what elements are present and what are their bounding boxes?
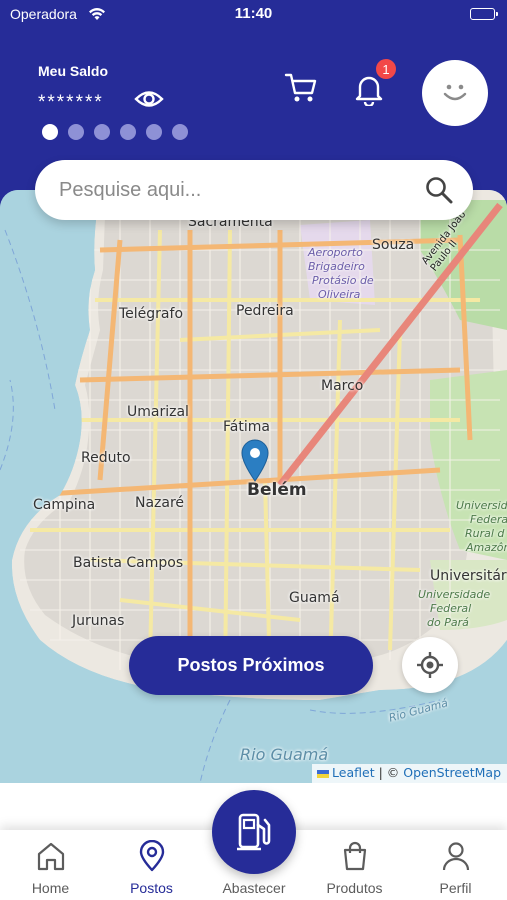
- crosshair-icon: [417, 652, 443, 678]
- map-pin-icon: [139, 840, 164, 872]
- map-label: Rural d: [465, 527, 505, 540]
- map-label: do Pará: [427, 616, 469, 629]
- nav-item-perfil[interactable]: Perfil: [405, 830, 506, 900]
- refuel-button[interactable]: [212, 790, 296, 874]
- search-bar: [35, 160, 473, 220]
- map-label: Pedreira: [236, 303, 294, 319]
- nav-label-produtos: Produtos: [326, 880, 383, 896]
- map-label: Oliveira: [318, 288, 361, 301]
- battery-icon: [470, 8, 498, 20]
- map-label: Rio Guamá: [240, 745, 329, 764]
- carousel-dot[interactable]: [172, 124, 188, 140]
- map-label: Fátima: [223, 419, 270, 435]
- map-label: Federa: [470, 513, 507, 526]
- map-label: Marco: [321, 378, 364, 394]
- fuel-pump-icon: [237, 813, 271, 851]
- map-label: Nazaré: [135, 495, 185, 511]
- location-pin-icon[interactable]: [240, 438, 270, 487]
- map-label: Campina: [33, 497, 96, 513]
- map-label: Umarizal: [127, 404, 189, 420]
- map-label: Jurunas: [72, 613, 125, 629]
- map-label: Universitár: [430, 568, 507, 584]
- carousel-indicator: [42, 124, 188, 140]
- home-icon: [37, 842, 64, 871]
- nav-label-perfil: Perfil: [439, 880, 472, 896]
- smiley-icon: [443, 84, 467, 101]
- app-screen: Operadora 11:40 Meu Saldo ******* 1 Sacr…: [0, 0, 507, 900]
- nearby-stations-button[interactable]: Postos Próximos: [129, 636, 373, 695]
- status-bar: Operadora 11:40: [0, 5, 507, 25]
- map-label: Universidade: [418, 588, 491, 601]
- carousel-dot[interactable]: [94, 124, 110, 140]
- nav-item-postos[interactable]: Postos: [101, 830, 202, 900]
- map-label: Amazôn: [466, 541, 507, 554]
- balance-title: Meu Saldo: [38, 63, 109, 79]
- avatar[interactable]: [422, 60, 488, 126]
- openstreetmap-link[interactable]: OpenStreetMap: [403, 765, 501, 780]
- carousel-dot[interactable]: [120, 124, 136, 140]
- carousel-dot[interactable]: [42, 124, 58, 140]
- nav-item-home[interactable]: Home: [0, 830, 101, 900]
- map-label: Universid: [456, 499, 507, 512]
- user-icon: [442, 842, 469, 871]
- eye-icon[interactable]: [134, 86, 164, 117]
- map-label: Aeroporto: [308, 246, 363, 259]
- nav-label-home: Home: [31, 880, 70, 896]
- map-label: Telégrafo: [119, 306, 184, 322]
- status-time: 11:40: [234, 5, 273, 22]
- map-label: Reduto: [81, 450, 131, 466]
- cart-icon[interactable]: [284, 72, 318, 109]
- search-input[interactable]: [59, 172, 399, 208]
- map-label: Guamá: [289, 590, 340, 606]
- map-label: Federal: [430, 602, 472, 615]
- map-label: Protásio de: [312, 274, 374, 287]
- search-icon[interactable]: [425, 176, 453, 209]
- balance-value: *******: [38, 92, 104, 113]
- notification-badge: 1: [375, 58, 397, 80]
- nav-item-produtos[interactable]: Produtos: [304, 830, 405, 900]
- map-label: Batista Campos: [73, 555, 184, 571]
- map-label: Brigadeiro: [308, 260, 365, 273]
- map-attribution: Leaflet | © OpenStreetMap: [312, 764, 507, 783]
- map-label: Souza: [372, 237, 415, 253]
- nav-label-postos: Postos: [130, 880, 173, 896]
- attribution-separator: | ©: [378, 765, 400, 780]
- my-location-button[interactable]: [402, 637, 458, 693]
- carousel-dot[interactable]: [146, 124, 162, 140]
- leaflet-link[interactable]: Leaflet: [332, 765, 375, 780]
- ukraine-flag-icon: [317, 769, 330, 778]
- shopping-bag-icon: [343, 841, 366, 871]
- carousel-dot[interactable]: [68, 124, 84, 140]
- nav-label-abastecer: Abastecer: [222, 880, 286, 896]
